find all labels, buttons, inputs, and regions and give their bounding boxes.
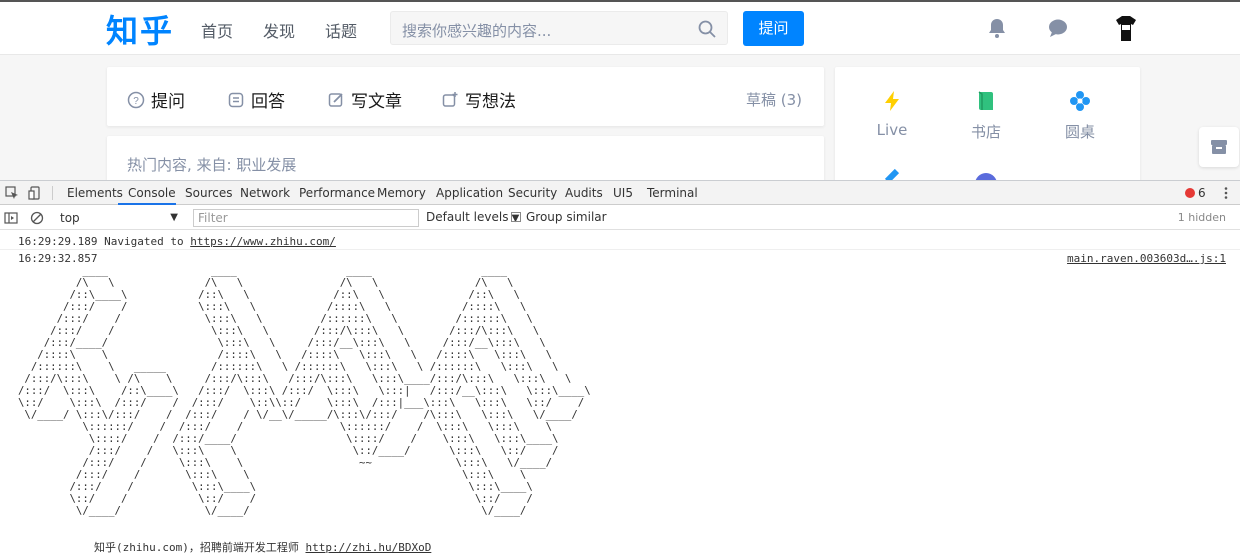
nav-topics[interactable]: 话题 [325, 18, 357, 42]
write-article-label: 写文章 [351, 92, 402, 112]
hot-content-card: 热门内容, 来自: 职业发展 [107, 136, 824, 180]
tab-memory[interactable]: Memory [377, 186, 426, 200]
console-toolbar: top ▼ Filter Default levels ▼ Group simil… [0, 206, 1240, 230]
write-idea-label: 写想法 [465, 92, 516, 112]
tab-performance[interactable]: Performance [299, 186, 375, 200]
box-icon [1211, 140, 1227, 154]
side-item-bookstore-label: 书店 [970, 123, 1001, 141]
more-options-icon[interactable] [1219, 186, 1233, 200]
side-panel: Live 书店 圆桌 [835, 67, 1140, 180]
group-similar-checkbox[interactable]: Group similar [511, 210, 607, 224]
log-source-link[interactable]: main.raven.003603d….js:1 [1067, 252, 1226, 265]
nav-home[interactable]: 首页 [201, 18, 233, 42]
group-similar-label: Group similar [526, 210, 607, 224]
side-item-live-label: Live [876, 121, 908, 139]
error-count-badge[interactable]: 6 [1185, 186, 1206, 200]
write-idea-button[interactable]: 写想法 [441, 87, 516, 112]
messages-icon[interactable] [1046, 16, 1070, 40]
side-item-roundtable[interactable]: 圆桌 [1040, 89, 1120, 142]
device-toolbar-icon[interactable] [28, 186, 42, 200]
write-ask-label: 提问 [151, 92, 185, 112]
nav-discover[interactable]: 发现 [263, 18, 295, 42]
devtools-tabbar: Elements Console Sources Network Perform… [0, 181, 1240, 205]
pencil-icon [328, 92, 343, 107]
book-icon [978, 91, 993, 110]
active-tab-indicator [118, 203, 176, 205]
checkbox-box [511, 212, 521, 222]
context-value: top [60, 211, 80, 225]
pen-icon [884, 168, 900, 180]
screenshot: 知乎 首页 发现 话题 搜索你感兴趣的内容... 提问 ? 提问 回答 写文章 … [0, 0, 1240, 560]
hidden-messages-count: 1 hidden [1177, 211, 1226, 224]
side-item-roundtable-label: 圆桌 [1064, 123, 1095, 141]
nav-url-link[interactable]: https://www.zhihu.com/ [190, 235, 336, 248]
circle-icon [975, 173, 997, 180]
context-selector[interactable]: top ▼ [56, 209, 182, 227]
side-item-bookstore[interactable]: 书店 [946, 89, 1026, 142]
tab-audits[interactable]: Audits [565, 186, 603, 200]
top-header: 知乎 首页 发现 话题 搜索你感兴趣的内容... 提问 [0, 2, 1240, 55]
ascii-art-log: ____ ____ ____ ____ /\ \ /\ \ /\ \ /\ \ … [18, 264, 591, 517]
nav-text: Navigated to [104, 235, 184, 248]
recruit-url-link[interactable]: http://zhi.hu/BDXoD [305, 541, 431, 554]
nav-timestamp: 16:29:29.189 [18, 235, 98, 248]
idea-icon [442, 91, 458, 107]
log-levels-label: Default levels [426, 210, 509, 224]
tab-elements[interactable]: Elements [67, 186, 123, 200]
write-answer-button[interactable]: 回答 [227, 87, 285, 112]
search-placeholder: 搜索你感兴趣的内容... [402, 22, 552, 40]
roundtable-icon [1070, 91, 1090, 111]
tab-application[interactable]: Application [436, 186, 503, 200]
log-separator [0, 249, 1240, 250]
error-count: 6 [1198, 186, 1206, 200]
write-ask-button[interactable]: ? 提问 [127, 87, 185, 112]
ask-question-button[interactable]: 提问 [743, 11, 804, 46]
tab-terminal[interactable]: Terminal [647, 186, 698, 200]
navigation-log-line: 16:29:29.189 Navigated to https://www.zh… [18, 235, 336, 248]
tab-network[interactable]: Network [240, 186, 290, 200]
filter-input[interactable]: Filter [193, 209, 419, 227]
clear-console-icon[interactable] [30, 211, 44, 225]
console-output: 16:29:29.189 Navigated to https://www.zh… [0, 231, 1240, 560]
recruit-text: 知乎(zhihu.com)，招聘前端开发工程师 [94, 541, 299, 554]
answer-icon [228, 92, 244, 107]
question-icon: ? [127, 91, 145, 108]
tab-sources[interactable]: Sources [185, 186, 232, 200]
sidebar-toggle-icon[interactable] [4, 211, 18, 225]
search-input[interactable]: 搜索你感兴趣的内容... [390, 11, 728, 45]
write-answer-label: 回答 [251, 92, 285, 112]
tab-ui5[interactable]: UI5 [613, 186, 633, 200]
write-article-button[interactable]: 写文章 [327, 87, 402, 112]
zhihu-page: 知乎 首页 发现 话题 搜索你感兴趣的内容... 提问 ? 提问 回答 写文章 … [0, 0, 1240, 180]
user-avatar[interactable] [1110, 12, 1142, 44]
search-icon[interactable] [697, 19, 717, 39]
error-icon [1185, 188, 1195, 198]
inspect-element-icon[interactable] [5, 186, 19, 200]
float-box-button[interactable] [1199, 127, 1239, 167]
bell-icon[interactable] [985, 16, 1009, 40]
tab-security[interactable]: Security [508, 186, 557, 200]
dropdown-arrow-icon: ▼ [170, 212, 178, 223]
devtools-panel: Elements Console Sources Network Perform… [0, 180, 1240, 560]
log-levels-dropdown[interactable]: Default levels ▼ [426, 210, 519, 224]
zhihu-logo[interactable]: 知乎 [106, 6, 174, 52]
side-item-live[interactable]: Live [852, 89, 932, 139]
recruit-log-line: 知乎(zhihu.com)，招聘前端开发工程师 http://zhi.hu/BD… [94, 539, 431, 555]
tab-divider [52, 186, 53, 200]
lightning-icon [885, 91, 899, 111]
tab-console[interactable]: Console [128, 186, 176, 200]
drafts-link[interactable]: 草稿 (3) [746, 89, 802, 110]
write-bar: ? 提问 回答 写文章 写想法 草稿 (3) [107, 67, 824, 126]
svg-text:?: ? [133, 96, 139, 107]
hot-content-source: 热门内容, 来自: 职业发展 [127, 156, 297, 174]
